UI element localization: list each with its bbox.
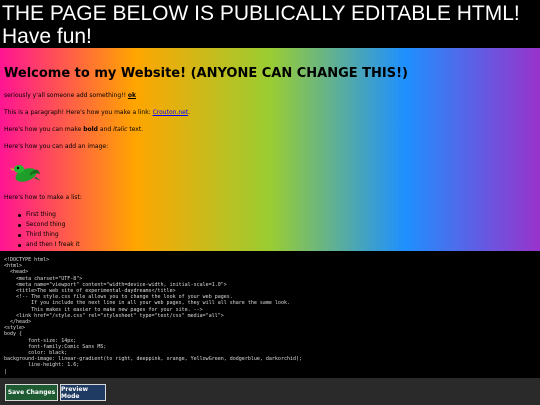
html-editor[interactable]: <!DOCTYPE html> <html> <head> <meta char…	[0, 251, 540, 378]
paragraph-3-a: Here's how you can make	[4, 126, 84, 133]
paragraph-2-end: .	[188, 109, 191, 116]
bold-text: bold	[83, 126, 98, 133]
save-changes-button[interactable]: Save Changes	[5, 384, 58, 401]
paragraph-3: Here's how you can make bold and italic …	[4, 126, 536, 134]
paragraph-2: This is a paragraph! Here's how you make…	[4, 109, 536, 117]
list-item: Third thing	[18, 231, 536, 239]
bottom-toolbar: Save Changes Preview Mode	[0, 378, 540, 405]
crouton-link[interactable]: Crouton.net	[153, 109, 189, 116]
paragraph-2-text: This is a paragraph! Here's how you make…	[4, 109, 153, 116]
banner: THE PAGE BELOW IS PUBLICALLY EDITABLE HT…	[0, 0, 540, 48]
list-item: and then I freak it	[18, 241, 536, 249]
text-cursor: |	[4, 368, 8, 375]
list-item: Second thing	[18, 221, 536, 229]
banner-line-2: Have fun!	[2, 25, 92, 48]
bird-icon	[10, 160, 42, 184]
paragraph-3-c: text.	[127, 126, 144, 133]
banner-line-1: THE PAGE BELOW IS PUBLICALLY EDITABLE HT…	[2, 2, 520, 25]
paragraph-3-b: and	[97, 126, 114, 133]
paragraph-5: Here's how to make a list:	[4, 194, 82, 201]
list-item: First thing	[18, 211, 536, 219]
paragraph-1: seriously y'all someone add something!! …	[4, 92, 536, 100]
paragraph-4: Here's how you can add an image:	[4, 143, 109, 150]
preview-pane: Welcome to my Website! (ANYONE CAN CHANG…	[0, 48, 540, 251]
preview-list: First thing Second thing Third thing and…	[4, 211, 536, 249]
italic-text: italic	[113, 126, 128, 133]
preview-mode-button[interactable]: Preview Mode	[60, 384, 106, 401]
paragraph-1-text: seriously y'all someone add something!!	[4, 92, 128, 99]
ok-text: ok	[127, 92, 137, 99]
page-heading: Welcome to my Website! (ANYONE CAN CHANG…	[4, 66, 409, 81]
